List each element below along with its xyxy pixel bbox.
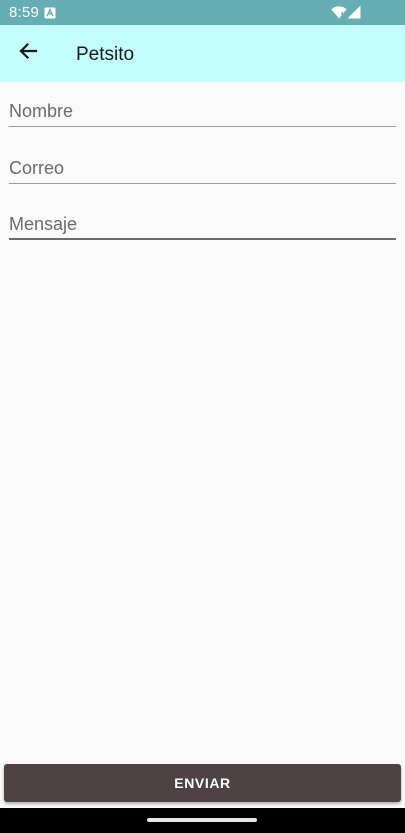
navigation-bar [0,808,405,833]
message-field-underline [9,238,396,240]
arrow-back-icon [18,41,38,66]
send-button[interactable]: ENVIAR [4,764,401,802]
name-field[interactable] [9,95,396,127]
notification-a-icon [44,6,56,19]
name-field-wrapper [9,95,396,127]
back-button[interactable] [8,33,48,73]
email-field[interactable] [9,152,396,184]
status-bar: 8:59 [0,0,405,25]
message-field[interactable] [9,208,396,240]
app-screen: 8:59 Petsito Nombre Correo Mensaje ENVIA… [0,0,405,833]
wifi-icon [331,6,347,19]
page-title: Petsito [76,44,135,65]
message-field-wrapper [9,208,396,240]
home-gesture-handle[interactable] [147,818,257,822]
app-bar: Petsito [0,25,405,82]
email-field-wrapper [9,152,396,184]
email-field-underline [9,183,396,184]
name-field-underline [9,126,396,127]
signal-icon [347,5,361,19]
status-time: 8:59 [9,4,39,21]
